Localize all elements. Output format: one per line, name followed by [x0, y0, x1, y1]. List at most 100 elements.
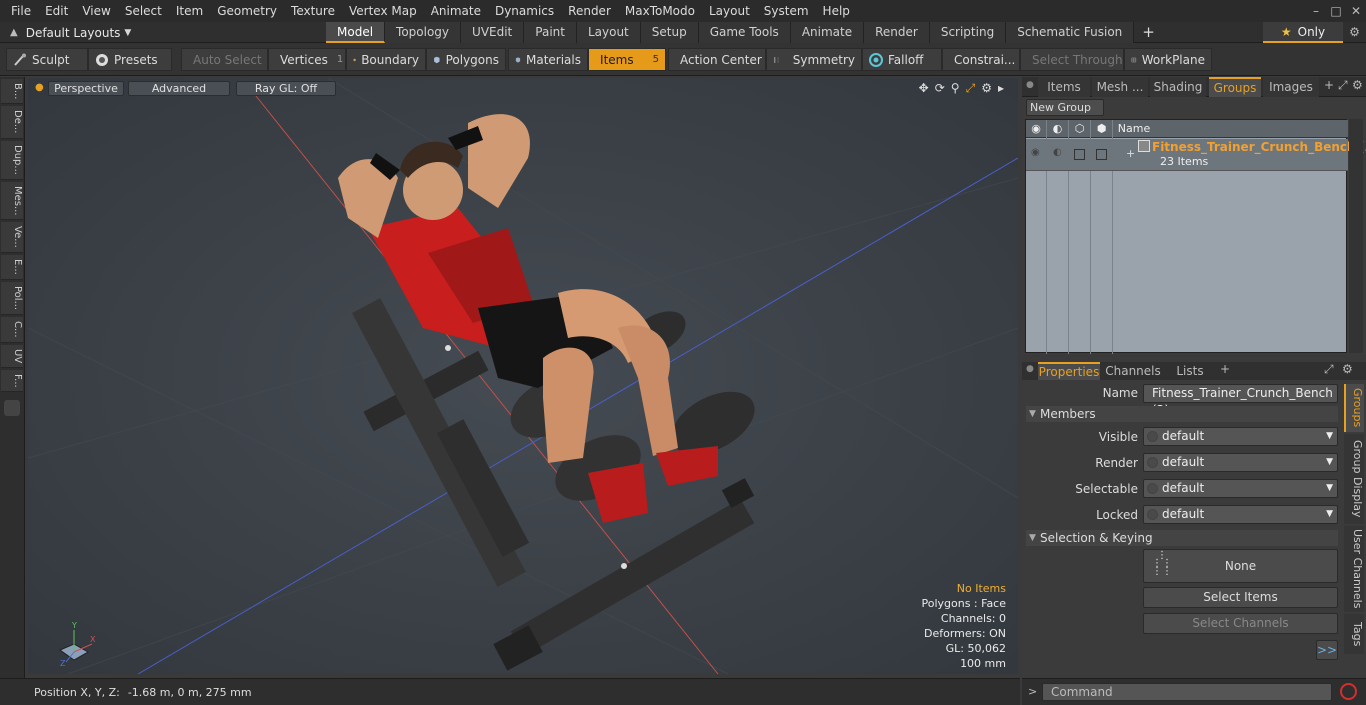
viewport-dot-icon[interactable]: ● [35, 82, 44, 93]
left-tab-edge[interactable]: E... [1, 255, 23, 280]
menu-select[interactable]: Select [118, 0, 169, 22]
name-column-header[interactable]: Name [1114, 120, 1154, 138]
keying-none-button[interactable]: ⋮ ⋮⋮ ⋮⋮ None [1143, 549, 1338, 583]
add-tab-icon[interactable]: + [1220, 362, 1230, 376]
more-button[interactable]: >> [1316, 640, 1338, 660]
minimize-icon[interactable]: – [1306, 0, 1326, 22]
menu-geometry[interactable]: Geometry [210, 0, 284, 22]
tab-render[interactable]: Render [864, 22, 930, 43]
raygl-button[interactable]: Ray GL: Off [236, 81, 336, 96]
command-input[interactable]: Command [1042, 683, 1332, 701]
expand-icon[interactable]: ⤢ [1324, 362, 1334, 377]
panel-dot-icon[interactable]: ● [1026, 364, 1034, 374]
tab-images[interactable]: Images [1263, 77, 1319, 97]
expand-icon[interactable]: ⤢ [1338, 78, 1348, 93]
visibility-eye-icon[interactable]: ◉ [1026, 120, 1046, 138]
left-tab-polygon[interactable]: Pol... [1, 281, 23, 315]
add-tab-icon[interactable]: + [1134, 22, 1163, 43]
left-tab-fusion[interactable]: F... [1, 369, 23, 393]
row-select-box[interactable] [1074, 149, 1085, 160]
workplane-button[interactable]: WorkPlane [1124, 48, 1212, 71]
menu-layout[interactable]: Layout [702, 0, 757, 22]
layout-selector[interactable]: ▲ Default Layouts ▼ [0, 22, 300, 43]
panel-dot-icon[interactable]: ● [1026, 80, 1034, 90]
perspective-button[interactable]: Perspective [48, 81, 124, 96]
name-field[interactable]: Fitness_Trainer_Crunch_Bench (3) [1143, 384, 1338, 417]
zoom-icon[interactable]: ⚲ [951, 81, 960, 96]
select-through-button[interactable]: Select Through [1020, 48, 1124, 71]
tab-mesh[interactable]: Mesh ... [1092, 77, 1148, 97]
record-icon[interactable] [1340, 683, 1357, 700]
left-tab-duplicate[interactable]: Dup... [1, 140, 23, 180]
tab-game-tools[interactable]: Game Tools [698, 22, 791, 43]
tab-channels[interactable]: Channels [1104, 362, 1162, 380]
tab-lists[interactable]: Lists [1168, 362, 1212, 380]
polygons-button[interactable]: Polygons [426, 48, 506, 71]
select-items-button[interactable]: Select Items [1143, 587, 1338, 608]
new-group-button[interactable]: New Group [1026, 99, 1104, 116]
left-tab-curve[interactable]: C... [1, 316, 23, 343]
menu-help[interactable]: Help [816, 0, 857, 22]
maximize-icon[interactable]: □ [1326, 0, 1346, 22]
menu-edit[interactable]: Edit [38, 0, 75, 22]
add-tab-icon[interactable]: + [1324, 78, 1334, 92]
gear-icon[interactable]: ⚙ [1342, 362, 1353, 376]
menu-system[interactable]: System [757, 0, 816, 22]
visible-dropdown[interactable]: default ▼ [1143, 427, 1338, 446]
tab-topology[interactable]: Topology [385, 22, 462, 43]
tab-paint[interactable]: Paint [524, 22, 577, 43]
close-icon[interactable]: ✕ [1346, 0, 1366, 22]
menu-render[interactable]: Render [561, 0, 618, 22]
members-section[interactable]: ▼ Members [1026, 406, 1338, 422]
groups-list-scrollbar[interactable] [1349, 119, 1363, 353]
row-eye-icon[interactable]: ◉ [1031, 147, 1040, 158]
3d-viewport[interactable]: ● Perspective Advanced Ray GL: Off ✥ ⟳ ⚲… [28, 78, 1018, 674]
side-tab-tags[interactable]: Tags [1344, 614, 1364, 654]
menu-item[interactable]: Item [169, 0, 210, 22]
tab-model[interactable]: Model [326, 22, 386, 43]
gear-icon[interactable]: ⚙ [1352, 78, 1363, 92]
row-render-icon[interactable]: ◐ [1053, 147, 1062, 158]
selection-keying-section[interactable]: ▼ Selection & Keying [1026, 530, 1338, 546]
left-tab-uv[interactable]: UV [1, 344, 23, 368]
menu-maxtomodo[interactable]: MaxToModo [618, 0, 702, 22]
tab-uvedit[interactable]: UVEdit [461, 22, 525, 43]
sculpt-button[interactable]: Sculpt [6, 48, 88, 71]
gear-icon[interactable]: ⚙ [981, 81, 992, 96]
collapse-arrow-icon[interactable]: ▲ [10, 27, 18, 38]
menu-view[interactable]: View [75, 0, 117, 22]
only-toggle[interactable]: ★ Only [1263, 22, 1343, 43]
render-dropdown[interactable]: default ▼ [1143, 453, 1338, 472]
tab-schematic-fusion[interactable]: Schematic Fusion [1006, 22, 1135, 43]
left-tab-basic[interactable]: B... [1, 79, 23, 105]
tab-items[interactable]: Items [1038, 77, 1090, 97]
locked-dropdown[interactable]: default ▼ [1143, 505, 1338, 524]
boundary-button[interactable]: Boundary [346, 48, 426, 71]
tab-setup[interactable]: Setup [640, 22, 699, 43]
symmetry-button[interactable]: Symmetry [766, 48, 862, 71]
row-lock-box[interactable] [1096, 149, 1107, 160]
side-tab-user-channels[interactable]: User Channels [1344, 526, 1364, 612]
left-tab-mesh[interactable]: Mes... [1, 181, 23, 221]
falloff-button[interactable]: Falloff [862, 48, 942, 71]
left-strip-toggle[interactable] [4, 400, 20, 417]
items-button[interactable]: Items 5 [588, 48, 666, 71]
presets-button[interactable]: Presets [88, 48, 172, 71]
play-icon[interactable]: ▸ [998, 81, 1004, 96]
action-center-button[interactable]: Action Center [668, 48, 766, 71]
fit-icon[interactable]: ⤢ [966, 81, 976, 96]
advanced-button[interactable]: Advanced [128, 81, 230, 96]
menu-texture[interactable]: Texture [284, 0, 342, 22]
gear-icon[interactable]: ⚙ [1343, 22, 1366, 43]
move-icon[interactable]: ✥ [919, 81, 929, 96]
side-tab-groups[interactable]: Groups [1344, 384, 1364, 432]
expand-plus-icon[interactable]: + [1126, 147, 1135, 160]
lock-icon[interactable]: ⬢ [1091, 120, 1112, 138]
menu-dynamics[interactable]: Dynamics [488, 0, 561, 22]
constraints-button[interactable]: Constrai... [942, 48, 1020, 71]
select-channels-button[interactable]: Select Channels [1143, 613, 1338, 634]
select-icon[interactable]: ⬡ [1069, 120, 1090, 138]
materials-button[interactable]: Materials [508, 48, 588, 71]
tab-properties[interactable]: Properties [1038, 362, 1100, 380]
menu-animate[interactable]: Animate [424, 0, 488, 22]
